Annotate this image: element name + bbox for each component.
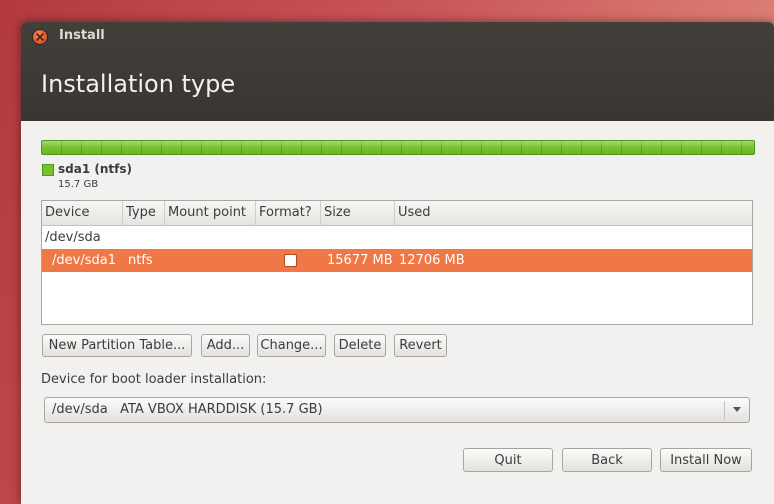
partition-legend-name: sda1 (ntfs) [58, 162, 132, 176]
table-row[interactable]: /dev/sda [42, 226, 752, 249]
partition-legend-swatch [42, 164, 54, 176]
column-header-device[interactable]: Device [42, 201, 123, 225]
quit-button[interactable]: Quit [463, 448, 553, 472]
back-button[interactable]: Back [562, 448, 652, 472]
boot-loader-label: Device for boot loader installation: [41, 372, 267, 387]
boot-loader-selected-value: /dev/sda ATA VBOX HARDDISK (15.7 GB) [52, 402, 323, 417]
table-row-selected[interactable]: /dev/sda1 ntfs 15677 MB 12706 MB [42, 249, 752, 272]
column-header-type[interactable]: Type [123, 201, 165, 225]
combo-separator [724, 401, 725, 419]
partition-table: Device Type Mount point Format? Size Use… [41, 200, 753, 325]
window-header: Install Installation type [21, 22, 774, 121]
column-header-format[interactable]: Format? [256, 201, 321, 225]
page-title: Installation type [41, 70, 236, 98]
column-header-size[interactable]: Size [321, 201, 395, 225]
installer-window: Install Installation type sda1 (ntfs) 15… [21, 22, 774, 504]
window-title: Install [59, 28, 105, 43]
row-device: /dev/sda1 [52, 253, 116, 268]
column-header-mount-point[interactable]: Mount point [165, 201, 256, 225]
revert-button[interactable]: Revert [394, 334, 447, 357]
row-used: 12706 MB [399, 253, 465, 268]
row-device: /dev/sda [45, 230, 101, 245]
format-checkbox[interactable] [284, 254, 297, 267]
add-partition-button[interactable]: Add... [201, 334, 250, 357]
partition-legend-size: 15.7 GB [58, 179, 99, 190]
close-icon[interactable] [33, 30, 47, 44]
boot-loader-select[interactable]: /dev/sda ATA VBOX HARDDISK (15.7 GB) [44, 397, 750, 423]
partition-bar [41, 140, 755, 155]
table-header: Device Type Mount point Format? Size Use… [42, 201, 752, 226]
row-size: 15677 MB [327, 253, 393, 268]
install-now-button[interactable]: Install Now [660, 448, 752, 472]
column-header-used[interactable]: Used [395, 201, 752, 225]
delete-partition-button[interactable]: Delete [334, 334, 386, 357]
chevron-down-icon[interactable] [733, 407, 741, 413]
change-partition-button[interactable]: Change... [257, 334, 326, 357]
new-partition-table-button[interactable]: New Partition Table... [42, 334, 192, 357]
row-type: ntfs [128, 253, 153, 268]
